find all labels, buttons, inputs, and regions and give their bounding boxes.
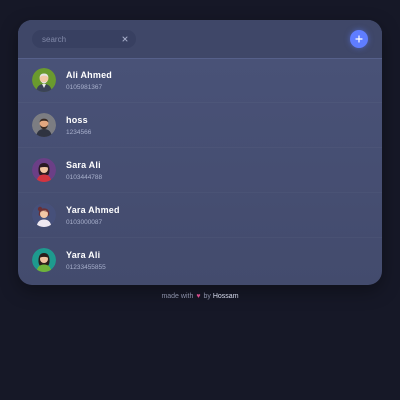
plus-icon <box>355 35 363 43</box>
add-contact-button[interactable] <box>350 30 368 48</box>
contact-item[interactable]: Yara Ali 01233455855 <box>18 237 382 282</box>
contact-name: Yara Ahmed <box>66 205 120 215</box>
contact-name: Ali Ahmed <box>66 70 112 80</box>
footer-by: by <box>203 293 211 300</box>
avatar-bearded-man-icon <box>32 113 56 137</box>
avatar-old-man-icon <box>32 68 56 92</box>
contact-phone: 1234566 <box>66 129 92 136</box>
close-icon[interactable] <box>121 35 129 43</box>
contact-item[interactable]: Ali Ahmed 0105981367 <box>18 58 382 102</box>
contact-name: Yara Ali <box>66 250 101 260</box>
avatar <box>32 68 56 92</box>
avatar-woman-green-icon <box>32 248 56 272</box>
card-header <box>18 20 382 59</box>
search-box[interactable] <box>32 30 136 48</box>
contact-name: Sara Ali <box>66 160 101 170</box>
heart-icon: ♥ <box>196 293 201 300</box>
avatar <box>32 113 56 137</box>
avatar-woman-purple-icon <box>32 203 56 227</box>
footer: made with ♥ by Hossam <box>0 293 400 300</box>
contacts-card: Ali Ahmed 0105981367 hoss 1234566 <box>18 20 382 285</box>
contact-item[interactable]: hoss 1234566 <box>18 102 382 147</box>
avatar-woman-red-icon <box>32 158 56 182</box>
contact-phone: 0105981367 <box>66 84 103 91</box>
contact-phone: 0103444788 <box>66 174 103 181</box>
contact-name: hoss <box>66 115 88 125</box>
avatar <box>32 248 56 272</box>
avatar <box>32 203 56 227</box>
contact-list: Ali Ahmed 0105981367 hoss 1234566 Sara A… <box>18 58 382 285</box>
footer-author[interactable]: Hossam <box>213 293 239 300</box>
contact-phone: 01233455855 <box>66 264 106 271</box>
footer-made-with: made with <box>161 293 194 300</box>
contact-item[interactable]: Yara Ahmed 0103000087 <box>18 192 382 237</box>
contact-phone: 0103000087 <box>66 219 103 226</box>
search-input[interactable] <box>42 31 121 47</box>
avatar <box>32 158 56 182</box>
contact-item[interactable]: Sara Ali 0103444788 <box>18 147 382 192</box>
